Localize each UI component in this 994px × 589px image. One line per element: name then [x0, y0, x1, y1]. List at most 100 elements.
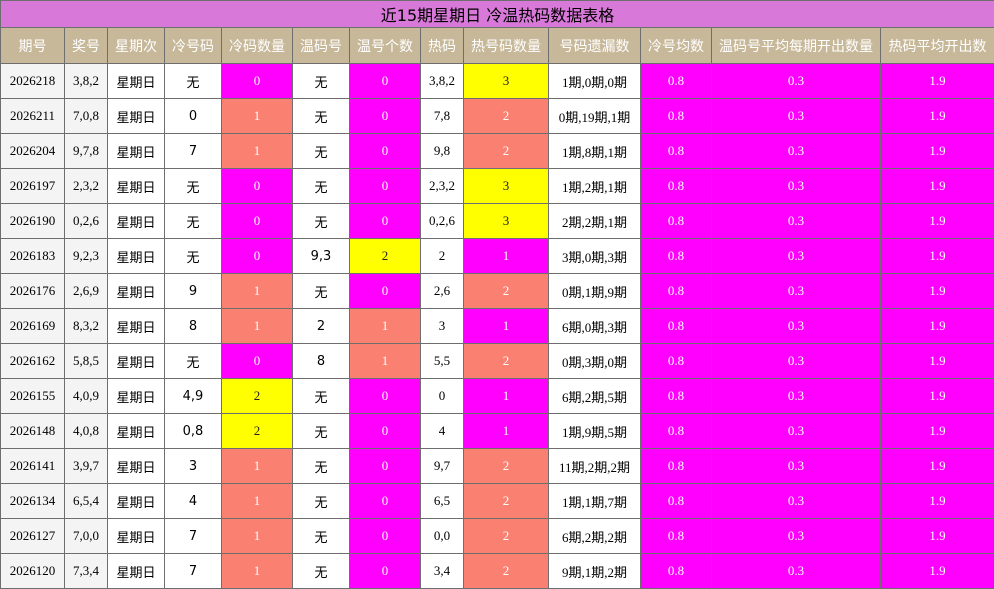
weekday-cell: 星期日	[108, 414, 165, 449]
draw-cell: 9,7,8	[65, 134, 108, 169]
col-miss-header: 号码遗漏数	[549, 28, 641, 64]
warm-average-cell: 0.3	[712, 484, 881, 519]
hot-count-cell: 2	[464, 274, 549, 309]
cold-count-cell: 1	[222, 309, 293, 344]
col-cold-header: 冷号码	[165, 28, 222, 64]
warm-count-cell: 0	[350, 204, 421, 239]
hot-count-cell: 2	[464, 484, 549, 519]
warm-number-cell: 9,3	[293, 239, 350, 274]
issue-cell: 2026211	[1, 99, 65, 134]
table-row: 20262049,7,8星期日71无09,821期,8期,1期0.80.31.9	[1, 134, 994, 169]
miss-count-cell: 1期,9期,5期	[549, 414, 641, 449]
warm-number-cell: 无	[293, 64, 350, 99]
warm-number-cell: 2	[293, 309, 350, 344]
weekday-cell: 星期日	[108, 204, 165, 239]
hot-count-cell: 1	[464, 379, 549, 414]
hot-number-cell: 9,7	[421, 449, 464, 484]
warm-count-cell: 1	[350, 309, 421, 344]
miss-count-cell: 1期,2期,1期	[549, 169, 641, 204]
cold-number-cell: 无	[165, 64, 222, 99]
col-warm-count-header: 温号个数	[350, 28, 421, 64]
miss-count-cell: 6期,0期,3期	[549, 309, 641, 344]
cold-average-cell: 0.8	[641, 554, 712, 589]
col-warm-header: 温码号	[293, 28, 350, 64]
warm-count-cell: 0	[350, 449, 421, 484]
miss-count-cell: 6期,2期,2期	[549, 519, 641, 554]
hot-average-cell: 1.9	[881, 204, 994, 239]
issue-cell: 2026162	[1, 344, 65, 379]
draw-cell: 7,3,4	[65, 554, 108, 589]
warm-number-cell: 无	[293, 414, 350, 449]
issue-cell: 2026120	[1, 554, 65, 589]
miss-count-cell: 9期,1期,2期	[549, 554, 641, 589]
warm-count-cell: 0	[350, 484, 421, 519]
draw-cell: 4,0,9	[65, 379, 108, 414]
table-row: 20261413,9,7星期日31无09,7211期,2期,2期0.80.31.…	[1, 449, 994, 484]
warm-number-cell: 8	[293, 344, 350, 379]
draw-cell: 2,3,2	[65, 169, 108, 204]
cold-average-cell: 0.8	[641, 484, 712, 519]
warm-count-cell: 0	[350, 554, 421, 589]
table-row: 20261484,0,8星期日0,82无0411期,9期,5期0.80.31.9	[1, 414, 994, 449]
weekday-cell: 星期日	[108, 169, 165, 204]
cold-number-cell: 无	[165, 204, 222, 239]
warm-count-cell: 0	[350, 414, 421, 449]
weekday-cell: 星期日	[108, 344, 165, 379]
cold-average-cell: 0.8	[641, 309, 712, 344]
cold-average-cell: 0.8	[641, 379, 712, 414]
cold-number-cell: 0	[165, 99, 222, 134]
hot-count-cell: 1	[464, 309, 549, 344]
cold-number-cell: 7	[165, 134, 222, 169]
issue-cell: 2026176	[1, 274, 65, 309]
cold-count-cell: 1	[222, 484, 293, 519]
hot-count-cell: 3	[464, 64, 549, 99]
hot-number-cell: 6,5	[421, 484, 464, 519]
hot-average-cell: 1.9	[881, 274, 994, 309]
table-row: 20261762,6,9星期日91无02,620期,1期,9期0.80.31.9	[1, 274, 994, 309]
warm-number-cell: 无	[293, 169, 350, 204]
hot-count-cell: 1	[464, 239, 549, 274]
cold-count-cell: 2	[222, 379, 293, 414]
weekday-cell: 星期日	[108, 379, 165, 414]
table-row: 20261698,3,2星期日8121316期,0期,3期0.80.31.9	[1, 309, 994, 344]
hot-number-cell: 4	[421, 414, 464, 449]
cold-average-cell: 0.8	[641, 449, 712, 484]
miss-count-cell: 1期,1期,7期	[549, 484, 641, 519]
hot-count-cell: 2	[464, 519, 549, 554]
hot-average-cell: 1.9	[881, 414, 994, 449]
weekday-cell: 星期日	[108, 99, 165, 134]
hot-number-cell: 0,2,6	[421, 204, 464, 239]
hot-average-cell: 1.9	[881, 99, 994, 134]
hot-average-cell: 1.9	[881, 554, 994, 589]
hot-average-cell: 1.9	[881, 449, 994, 484]
weekday-cell: 星期日	[108, 309, 165, 344]
warm-average-cell: 0.3	[712, 169, 881, 204]
draw-cell: 5,8,5	[65, 344, 108, 379]
warm-count-cell: 0	[350, 169, 421, 204]
hot-number-cell: 2,3,2	[421, 169, 464, 204]
draw-cell: 4,0,8	[65, 414, 108, 449]
warm-average-cell: 0.3	[712, 554, 881, 589]
warm-number-cell: 无	[293, 554, 350, 589]
hot-average-cell: 1.9	[881, 484, 994, 519]
table-row: 20261900,2,6星期日无0无00,2,632期,2期,1期0.80.31…	[1, 204, 994, 239]
table-row: 20262183,8,2星期日无0无03,8,231期,0期,0期0.80.31…	[1, 64, 994, 99]
cold-number-cell: 4	[165, 484, 222, 519]
hot-average-cell: 1.9	[881, 309, 994, 344]
miss-count-cell: 3期,0期,3期	[549, 239, 641, 274]
draw-cell: 8,3,2	[65, 309, 108, 344]
warm-average-cell: 0.3	[712, 309, 881, 344]
hot-average-cell: 1.9	[881, 134, 994, 169]
weekday-cell: 星期日	[108, 484, 165, 519]
table-row: 20261625,8,5星期日无0815,520期,3期,0期0.80.31.9	[1, 344, 994, 379]
cold-average-cell: 0.8	[641, 239, 712, 274]
draw-cell: 7,0,0	[65, 519, 108, 554]
weekday-cell: 星期日	[108, 64, 165, 99]
table-body: 20262183,8,2星期日无0无03,8,231期,0期,0期0.80.31…	[1, 64, 994, 589]
cold-number-cell: 无	[165, 239, 222, 274]
hot-average-cell: 1.9	[881, 239, 994, 274]
hot-count-cell: 2	[464, 554, 549, 589]
warm-number-cell: 无	[293, 99, 350, 134]
cold-number-cell: 7	[165, 554, 222, 589]
warm-number-cell: 无	[293, 484, 350, 519]
